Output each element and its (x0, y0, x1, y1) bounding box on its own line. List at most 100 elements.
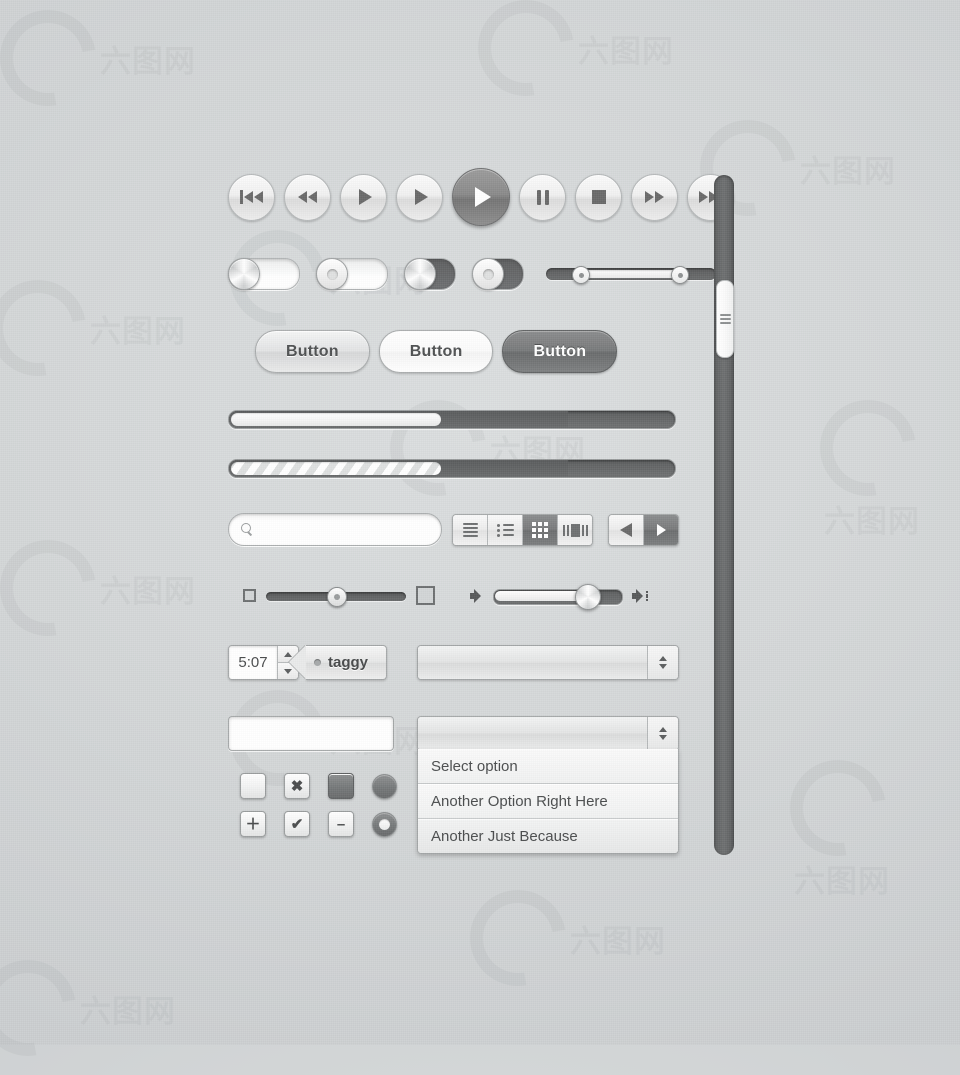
watermark-text: 六图网 (794, 864, 890, 900)
chevron-down-icon (659, 664, 667, 669)
segment-grid-view[interactable] (523, 515, 558, 545)
toggle-switch-donut-off[interactable] (316, 258, 388, 290)
button-light[interactable]: Button (378, 330, 494, 373)
checkbox-filled[interactable] (328, 773, 354, 799)
time-stepper-value[interactable]: 5:07 (229, 646, 278, 679)
watermark: 六图网 (0, 261, 186, 395)
grid-icon (532, 522, 548, 538)
button-default[interactable]: Button (255, 330, 370, 373)
watermark: 六图网 (771, 741, 960, 901)
checkbox-plus[interactable]: ＋ (240, 811, 266, 837)
scrollbar-thumb[interactable] (716, 280, 734, 358)
checkbox-empty[interactable] (240, 773, 266, 799)
select-top[interactable] (417, 645, 679, 680)
range-slider[interactable] (546, 266, 716, 284)
stop-icon (591, 190, 606, 204)
toggle-knob[interactable] (472, 258, 504, 290)
watermark-text: 六图网 (90, 313, 186, 350)
watermark-ring-icon (0, 261, 105, 395)
select-top-value[interactable] (418, 646, 648, 679)
toggle-knob[interactable] (404, 258, 436, 290)
stop-button[interactable] (575, 173, 622, 221)
select-open-value[interactable] (418, 717, 648, 750)
search-input[interactable] (228, 513, 442, 546)
range-slider-fill (576, 270, 686, 278)
view-mode-segmented-control (452, 514, 593, 546)
checkbox-check[interactable]: ✔ (284, 811, 310, 837)
skip-back-button[interactable] (228, 173, 275, 221)
progress-bar-solid[interactable] (228, 410, 676, 429)
watermark: 六图网 (0, 521, 196, 655)
playback-controls (228, 168, 734, 226)
chevron-down-icon (659, 735, 667, 740)
play-icon (358, 189, 372, 205)
toggle-knob[interactable] (316, 258, 348, 290)
grip-lines-icon (719, 314, 731, 324)
select-open-arrows[interactable] (648, 717, 678, 750)
segment-list-view[interactable] (453, 515, 488, 545)
watermark: 六图网 (459, 0, 674, 115)
segment-detail-view[interactable] (488, 515, 523, 545)
select-top-arrows[interactable] (648, 646, 678, 679)
nav-arrow-pair (608, 514, 679, 546)
pause-button[interactable] (519, 173, 566, 221)
tag-label: taggy (328, 654, 369, 671)
play-button-2[interactable] (396, 173, 443, 221)
volume-slider[interactable] (493, 584, 623, 610)
watermark-ring-icon (0, 941, 95, 1075)
progress-bar-striped[interactable] (228, 459, 676, 478)
list-item[interactable]: Another Just Because (418, 819, 678, 853)
checkbox-radio-group: ✖ ＋ ✔ – (240, 773, 397, 849)
watermark: 六图网 (801, 381, 960, 541)
button-dark[interactable]: Button (502, 330, 618, 373)
small-square-icon (243, 589, 256, 602)
list-item[interactable]: Another Option Right Here (418, 784, 678, 819)
segment-coverflow-view[interactable] (558, 515, 592, 545)
toggle-switch-metal-on[interactable] (404, 258, 456, 290)
nav-back-button[interactable] (609, 515, 644, 545)
fast-forward-button[interactable] (631, 173, 678, 221)
select-open[interactable] (417, 716, 679, 751)
volume-slider-fill (495, 591, 583, 601)
select-option-list: Select option Another Option Right Here … (417, 749, 679, 854)
check-icon: ✔ (290, 815, 304, 833)
radio-selected[interactable] (372, 811, 397, 837)
checkbox-row-2: ＋ ✔ – (240, 811, 397, 837)
play-button-1[interactable] (340, 173, 387, 221)
watermark-text: 六图网 (578, 33, 674, 70)
toggle-switch-donut-on[interactable] (472, 258, 524, 290)
volume-slider-handle[interactable] (575, 584, 601, 610)
range-slider-handle-low[interactable] (572, 266, 590, 284)
tag-dot-icon (314, 659, 321, 666)
play-icon (475, 187, 491, 207)
watermark-text: 六图网 (800, 153, 896, 190)
vertical-scrollbar[interactable] (714, 175, 734, 855)
size-slider[interactable] (266, 586, 406, 607)
button-group: Button Button Button (255, 330, 618, 373)
fast-forward-icon (645, 191, 664, 203)
checkbox-row-1: ✖ (240, 773, 397, 799)
checkbox-minus[interactable]: – (328, 811, 354, 837)
radio-unselected[interactable] (372, 773, 397, 799)
size-slider-handle[interactable] (327, 586, 347, 607)
text-input[interactable] (228, 716, 394, 751)
toggle-switch-group (228, 258, 716, 290)
chevron-up-icon (659, 656, 667, 661)
plus-icon: ＋ (245, 815, 261, 833)
checkbox-cross[interactable]: ✖ (284, 773, 310, 799)
play-button-active[interactable] (452, 168, 510, 226)
range-slider-handle-high[interactable] (671, 266, 689, 284)
list-lines-icon (462, 523, 478, 537)
tag-chip[interactable]: taggy (306, 645, 388, 680)
list-item[interactable]: Select option (418, 749, 678, 784)
speaker-low-icon (470, 589, 484, 603)
toggle-knob[interactable] (228, 258, 260, 290)
pause-icon (536, 189, 549, 205)
watermark-text: 六图网 (100, 573, 196, 610)
rewind-button[interactable] (284, 173, 331, 221)
watermark-ring-icon (451, 871, 585, 1005)
watermark-text: 六图网 (824, 504, 920, 540)
nav-forward-button[interactable] (644, 515, 678, 545)
volume-slider-group (470, 584, 656, 610)
toggle-switch-metal-off[interactable] (228, 258, 300, 290)
